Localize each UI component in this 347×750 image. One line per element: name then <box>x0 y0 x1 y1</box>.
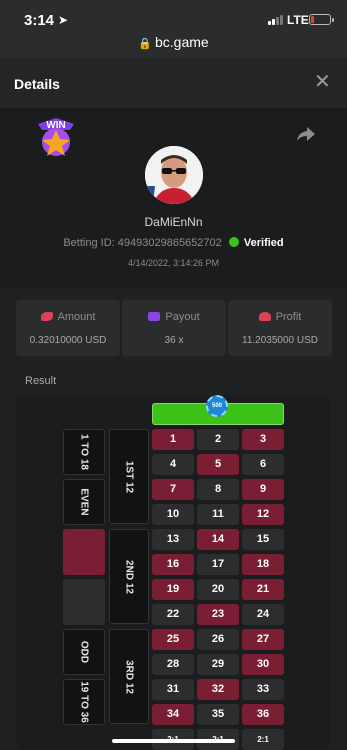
win-badge-icon: WIN <box>38 118 74 156</box>
number-cell-1[interactable]: 1 <box>152 429 194 450</box>
amount-value: 0.32010000 USD <box>29 335 107 346</box>
even-bet-label: EVEN <box>78 488 90 516</box>
share-icon[interactable] <box>296 126 316 142</box>
high-bet-label: 19 TO 36 <box>78 681 90 723</box>
lock-icon: 🔒 <box>138 38 152 50</box>
details-panel: WIN DaMiEnNn Betting ID: 494930298656527… <box>0 108 347 750</box>
dozen-label: 2ND 12 <box>123 559 135 594</box>
odd-bet[interactable]: ODD <box>63 629 105 675</box>
number-cell-15[interactable]: 15 <box>242 529 284 550</box>
number-cell-4[interactable]: 4 <box>152 454 194 475</box>
number-cell-5[interactable]: 5 <box>197 454 239 475</box>
status-bar: 3:14 ➤ LTE <box>0 0 347 34</box>
number-cell-31[interactable]: 31 <box>152 679 194 700</box>
even-bet[interactable]: EVEN <box>63 479 105 525</box>
low-bet-label: 1 TO 18 <box>78 434 90 470</box>
number-cell-13[interactable]: 13 <box>152 529 194 550</box>
number-cell-7[interactable]: 7 <box>152 479 194 500</box>
payout-value: 36 x <box>164 335 184 346</box>
bet-datetime: 4/14/2022, 3:14:26 PM <box>127 258 220 268</box>
number-cell-24[interactable]: 24 <box>242 604 284 625</box>
amount-label: Amount <box>57 311 96 323</box>
number-cell-18[interactable]: 18 <box>242 554 284 575</box>
betting-id-line: Betting ID: 4949302986565270​2 Verified <box>0 237 347 249</box>
dozen-bet-2[interactable]: 2ND 12 <box>109 529 149 624</box>
number-cell-6[interactable]: 6 <box>242 454 284 475</box>
number-cell-11[interactable]: 11 <box>197 504 239 525</box>
payout-icon <box>148 312 161 321</box>
betting-id-value[interactable]: 4949302986565270​2 <box>118 237 222 249</box>
battery-icon <box>309 14 334 25</box>
betting-id-label: Betting ID: <box>63 237 115 249</box>
username: DaMiEnNn <box>144 215 203 229</box>
low-bet[interactable]: 1 TO 18 <box>63 429 105 475</box>
network-type: LTE <box>287 13 309 27</box>
number-cell-29[interactable]: 29 <box>197 654 239 675</box>
location-arrow-icon: ➤ <box>58 13 69 27</box>
number-cell-27[interactable]: 27 <box>242 629 284 650</box>
number-cell-26[interactable]: 26 <box>197 629 239 650</box>
dozen-label: 1ST 12 <box>123 460 135 493</box>
number-cell-34[interactable]: 34 <box>152 704 194 725</box>
status-time: 3:14 <box>24 12 55 29</box>
player-card: WIN DaMiEnNn Betting ID: 494930298656527… <box>0 108 347 288</box>
red-bet[interactable] <box>63 529 105 575</box>
bet-chip: 500 <box>206 395 228 417</box>
number-cell-3[interactable]: 3 <box>242 429 284 450</box>
url-text: bc.game <box>155 34 209 50</box>
number-cell-33[interactable]: 33 <box>242 679 284 700</box>
avatar <box>145 146 203 204</box>
number-cell-30[interactable]: 30 <box>242 654 284 675</box>
number-cell-23[interactable]: 23 <box>197 604 239 625</box>
url-bar[interactable]: 🔒 bc.game <box>0 34 347 58</box>
odd-bet-label: ODD <box>78 640 90 664</box>
close-button[interactable]: ✕ <box>314 72 331 92</box>
number-cell-12[interactable]: 12 <box>242 504 284 525</box>
number-cell-8[interactable]: 8 <box>197 479 239 500</box>
column-bet-3[interactable]: 2:1 <box>242 729 284 750</box>
home-indicator <box>112 739 235 743</box>
amount-stat: Amount 0.32010000 USD <box>16 300 120 356</box>
number-cell-35[interactable]: 35 <box>197 704 239 725</box>
payout-stat: Payout 36 x <box>122 300 226 356</box>
payout-label: Payout <box>165 311 200 323</box>
dozen-label: 3RD 12 <box>123 659 135 694</box>
number-cell-32[interactable]: 32 <box>197 679 239 700</box>
number-cell-2[interactable]: 2 <box>197 429 239 450</box>
number-cell-17[interactable]: 17 <box>197 554 239 575</box>
profit-value: 11.2035000 USD <box>242 335 318 346</box>
number-cell-16[interactable]: 16 <box>152 554 194 575</box>
black-bet[interactable] <box>63 579 105 625</box>
number-cell-10[interactable]: 10 <box>152 504 194 525</box>
number-cell-28[interactable]: 28 <box>152 654 194 675</box>
result-label: Result <box>25 375 57 387</box>
dozen-bet-1[interactable]: 1ST 12 <box>109 429 149 524</box>
number-cell-20[interactable]: 20 <box>197 579 239 600</box>
roulette-board: 500 1 2 3 4 5 6 7 8 9 10 11 12 13 14 15 16 17 18 19 20 21 22 2… <box>16 395 330 750</box>
number-cell-19[interactable]: 19 <box>152 579 194 600</box>
details-header: Details ✕ <box>0 58 347 108</box>
number-cell-22[interactable]: 22 <box>152 604 194 625</box>
profit-label: Profit <box>275 311 302 323</box>
verified-shield-icon <box>228 237 239 247</box>
amount-icon <box>40 312 53 321</box>
profit-icon <box>258 312 271 321</box>
dozen-bet-3[interactable]: 3RD 12 <box>109 629 149 724</box>
number-cell-9[interactable]: 9 <box>242 479 284 500</box>
signal-icon <box>268 15 283 25</box>
verified-label[interactable]: Verified <box>244 237 284 249</box>
number-cell-14[interactable]: 14 <box>197 529 239 550</box>
high-bet[interactable]: 19 TO 36 <box>63 679 105 725</box>
number-cell-21[interactable]: 21 <box>242 579 284 600</box>
number-cell-25[interactable]: 25 <box>152 629 194 650</box>
svg-text:WIN: WIN <box>46 120 65 131</box>
page-title: Details <box>14 76 60 92</box>
number-cell-36[interactable]: 36 <box>242 704 284 725</box>
profit-stat: Profit 11.2035000 USD <box>228 300 332 356</box>
